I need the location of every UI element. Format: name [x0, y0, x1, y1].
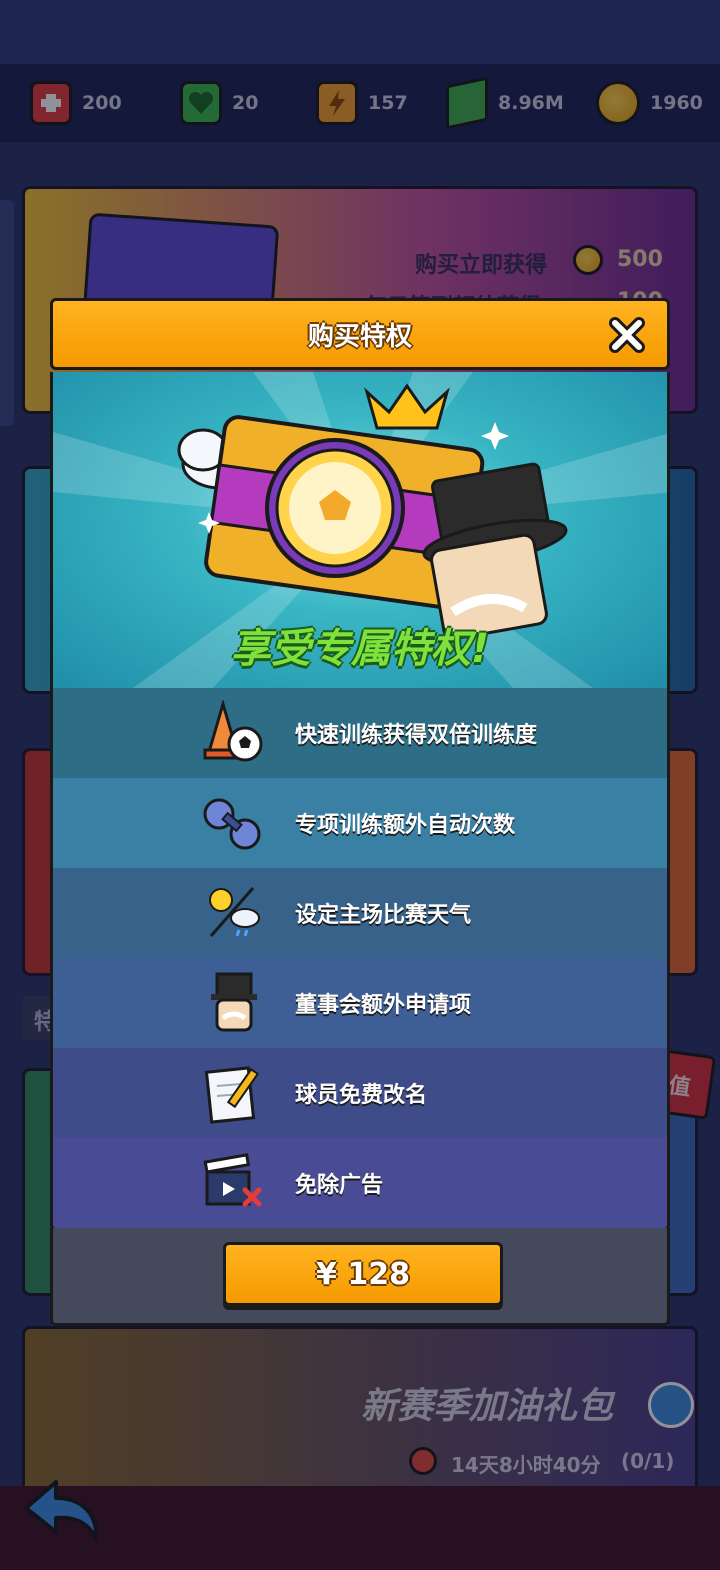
perk-label: 设定主场比赛天气: [295, 903, 472, 928]
perk-label: 董事会额外申请项: [295, 993, 472, 1018]
perk-row: 快速训练获得双倍训练度: [53, 688, 667, 778]
cone-ball-icon: [199, 698, 269, 768]
perk-label: 快速训练获得双倍训练度: [295, 723, 538, 748]
modal-title: 购买特权: [307, 321, 412, 352]
perk-row: 免除广告: [53, 1138, 667, 1228]
hero-banner: 享受专属特权!: [50, 372, 670, 688]
perk-list: 快速训练获得双倍训练度 专项训练额外自动次数 设定主场比赛天气 董事会额外申请项…: [50, 688, 670, 1231]
perk-label: 球员免费改名: [295, 1083, 428, 1108]
perk-row: 董事会额外申请项: [53, 958, 667, 1048]
close-button[interactable]: [605, 313, 649, 357]
perk-row: 设定主场比赛天气: [53, 868, 667, 958]
modal-header: 购买特权: [50, 298, 670, 370]
dumbbell-icon: [199, 788, 269, 858]
hero-title: 享受专属特权!: [230, 626, 490, 672]
price-panel: ¥ 128: [50, 1228, 670, 1326]
buy-button[interactable]: ¥ 128: [223, 1242, 503, 1306]
price-label: ¥ 128: [316, 1256, 410, 1292]
notepad-icon: [199, 1058, 269, 1128]
perk-row: 专项训练额外自动次数: [53, 778, 667, 868]
close-icon: [609, 317, 645, 353]
perk-row: 球员免费改名: [53, 1048, 667, 1138]
no-ads-icon: [199, 1148, 269, 1218]
perk-label: 免除广告: [295, 1173, 384, 1198]
chairman-icon: [199, 968, 269, 1038]
weather-icon: [199, 878, 269, 948]
perk-label: 专项训练额外自动次数: [295, 813, 516, 838]
